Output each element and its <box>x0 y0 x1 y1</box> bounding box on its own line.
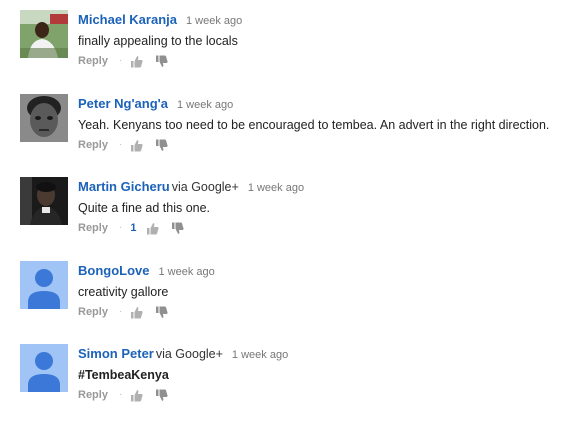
via-google-plus: via Google+ <box>155 347 223 361</box>
thumbs-up-icon[interactable] <box>130 389 143 402</box>
separator-dot: · <box>118 389 123 400</box>
comment-author[interactable]: Michael Karanja <box>78 12 177 27</box>
avatar[interactable] <box>20 344 68 392</box>
thumbs-up-icon[interactable] <box>130 55 143 68</box>
avatar[interactable] <box>20 94 68 142</box>
comment-author[interactable]: BongoLove <box>78 263 150 278</box>
comment-author[interactable]: Martin Gicheru <box>78 179 170 194</box>
comment-text: creativity gallore <box>78 285 169 299</box>
comment-item: BongoLove 1 week ago creativity gallore R… <box>0 261 588 341</box>
comment-timestamp[interactable]: 1 week ago <box>159 266 215 278</box>
reply-button[interactable]: Reply <box>78 137 108 153</box>
comment-author[interactable]: Simon Peter <box>78 346 154 361</box>
separator-dot: · <box>118 55 123 66</box>
comment-item: Michael Karanja 1 week ago finally appeal… <box>0 10 588 90</box>
default-user-icon <box>20 261 68 309</box>
thumbs-up-icon[interactable] <box>130 139 143 152</box>
thumbs-down-icon[interactable] <box>171 222 185 235</box>
avatar-photo <box>20 177 68 225</box>
reply-button[interactable]: Reply <box>78 304 108 320</box>
reply-button[interactable]: Reply <box>78 53 108 69</box>
reply-button[interactable]: Reply <box>78 220 108 236</box>
thumbs-down-icon[interactable] <box>155 306 168 319</box>
comment-timestamp[interactable]: 1 week ago <box>232 349 288 361</box>
reply-button[interactable]: Reply <box>78 387 108 403</box>
via-google-plus: via Google+ <box>171 180 239 194</box>
thumbs-down-icon[interactable] <box>155 55 168 68</box>
comment-item: Simon Peter via Google+ 1 week ago #Tembea… <box>0 344 588 424</box>
avatar[interactable] <box>20 177 68 225</box>
thumbs-down-icon[interactable] <box>155 389 168 402</box>
comment-text: Yeah. Kenyans too need to be encouraged … <box>78 118 550 132</box>
thumbs-down-icon[interactable] <box>155 139 168 152</box>
comment-timestamp[interactable]: 1 week ago <box>248 182 304 194</box>
comment-author[interactable]: Peter Ng'ang'a <box>78 96 168 111</box>
like-count: 1 <box>130 222 137 234</box>
thumbs-up-icon[interactable] <box>130 306 143 319</box>
comment-timestamp[interactable]: 1 week ago <box>186 15 242 27</box>
comment-text: Quite a fine ad this one. <box>78 201 211 215</box>
avatar-photo <box>20 10 68 58</box>
separator-dot: · <box>118 139 123 150</box>
avatar[interactable] <box>20 261 68 309</box>
avatar[interactable] <box>20 10 68 58</box>
comment-timestamp[interactable]: 1 week ago <box>177 99 233 111</box>
separator-dot: · <box>118 306 123 317</box>
comment-item: Peter Ng'ang'a 1 week ago Yeah. Kenyans t… <box>0 94 588 174</box>
thumbs-up-icon[interactable] <box>146 222 160 235</box>
comment-item: Martin Gicheru via Google+ 1 week ago Quit… <box>0 177 588 257</box>
avatar-photo <box>20 94 68 142</box>
comment-text: finally appealing to the locals <box>78 34 238 48</box>
separator-dot: · <box>118 222 123 233</box>
comment-text: #TembeaKenya <box>78 368 169 382</box>
default-user-icon <box>20 344 68 392</box>
